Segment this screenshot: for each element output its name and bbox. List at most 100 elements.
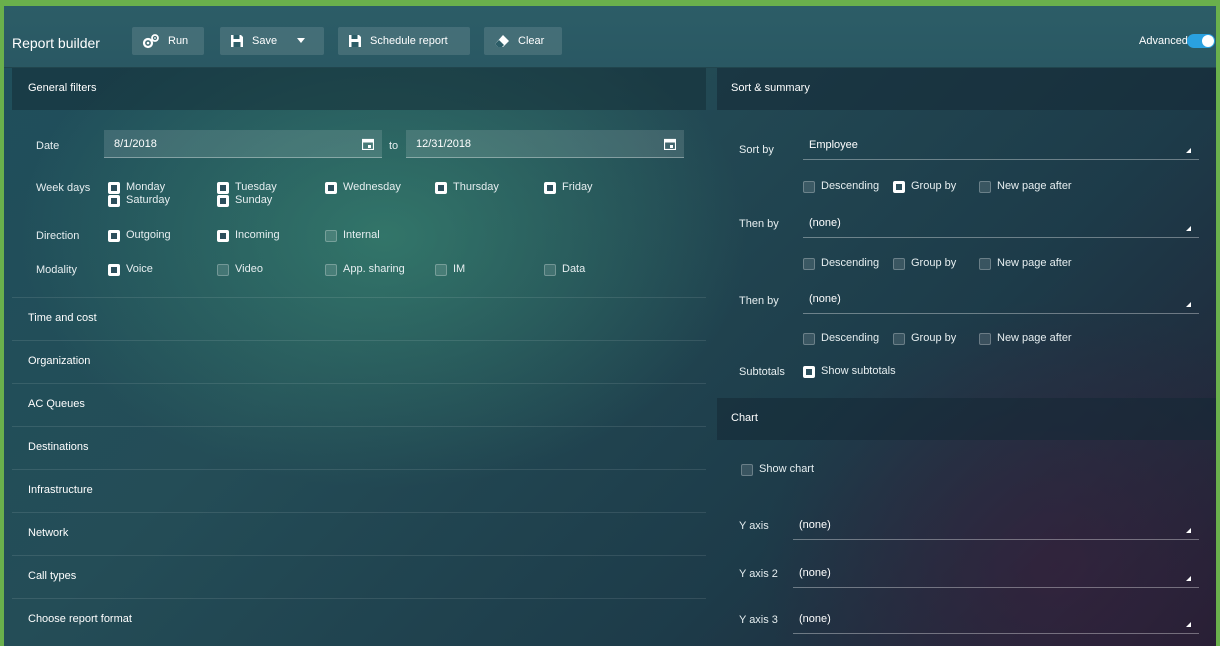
weekday-label: Thursday (453, 181, 499, 193)
checkbox-box (325, 182, 337, 194)
sort3-descending-checkbox[interactable]: Descending (803, 332, 879, 345)
clear-button[interactable]: Clear (484, 27, 562, 55)
weekday-friday-checkbox[interactable]: Friday (544, 181, 593, 194)
save-label: Save (252, 35, 278, 47)
sort-summary-header[interactable]: Sort & summary (717, 68, 1216, 110)
sort1-descending-checkbox[interactable]: Descending (803, 180, 879, 193)
subtotals-label: Subtotals (739, 366, 785, 378)
modality-data-checkbox[interactable]: Data (544, 263, 585, 276)
general-filters-header[interactable]: General filters (12, 68, 706, 110)
then-by-2-select[interactable]: (none) (803, 284, 1199, 314)
sort2-new-page-checkbox[interactable]: New page after (979, 257, 1072, 270)
run-label: Run (168, 35, 189, 47)
y-axis-2-label: Y axis 2 (739, 568, 778, 580)
new-page-label: New page after (997, 180, 1072, 192)
weekday-saturday-checkbox[interactable]: Saturday (108, 194, 170, 207)
sort-by-select[interactable]: Employee (803, 130, 1199, 160)
section-call-types[interactable]: Call types (12, 555, 706, 598)
section-time-and-cost[interactable]: Time and cost (12, 297, 706, 340)
checkbox-box (544, 182, 556, 194)
section-label: Choose report format (28, 613, 132, 625)
weekday-label: Monday (126, 181, 166, 193)
y-axis-value: (none) (799, 518, 831, 531)
direction-outgoing-checkbox[interactable]: Outgoing (108, 229, 171, 242)
weekday-wednesday-checkbox[interactable]: Wednesday (325, 181, 401, 194)
checkbox-box (979, 333, 991, 345)
section-label: Infrastructure (28, 484, 93, 496)
weekday-tuesday-checkbox[interactable]: Tuesday (217, 181, 277, 194)
calendar-icon[interactable] (663, 138, 677, 153)
checkbox-box (979, 181, 991, 193)
descending-label: Descending (821, 180, 880, 192)
modality-option-label: Data (562, 263, 586, 275)
section-network[interactable]: Network (12, 512, 706, 555)
sort-by-label: Sort by (739, 144, 774, 156)
weekday-monday-checkbox[interactable]: Monday (108, 181, 165, 194)
advanced-toggle[interactable] (1187, 34, 1215, 48)
section-label: Organization (28, 355, 91, 367)
sort1-new-page-checkbox[interactable]: New page after (979, 180, 1072, 193)
group-by-label: Group by (911, 332, 957, 344)
show-subtotals-checkbox[interactable]: Show subtotals (803, 365, 896, 378)
direction-option-label: Outgoing (126, 229, 171, 241)
direction-incoming-checkbox[interactable]: Incoming (217, 229, 280, 242)
section-choose-report-format[interactable]: Choose report format (12, 598, 706, 641)
direction-option-label: Incoming (235, 229, 280, 241)
modality-option-label: App. sharing (343, 263, 405, 275)
then-by-1-value: (none) (809, 216, 841, 229)
schedule-label: Schedule report (370, 35, 448, 47)
schedule-report-button[interactable]: Schedule report (338, 27, 470, 55)
y-axis-select[interactable]: (none) (793, 510, 1199, 540)
checkbox-box (893, 333, 905, 345)
section-label: Network (28, 527, 69, 539)
date-from-input[interactable]: 8/1/2018 (104, 130, 382, 158)
then-by-2-value: (none) (809, 292, 841, 305)
save-icon (348, 34, 362, 48)
then-by-1-select[interactable]: (none) (803, 208, 1199, 238)
sort3-new-page-checkbox[interactable]: New page after (979, 332, 1072, 345)
checkbox-box (803, 333, 815, 345)
section-destinations[interactable]: Destinations (12, 426, 706, 469)
weekday-thursday-checkbox[interactable]: Thursday (435, 181, 499, 194)
y-axis-2-select[interactable]: (none) (793, 558, 1199, 588)
chart-header[interactable]: Chart (717, 398, 1216, 440)
sort2-descending-checkbox[interactable]: Descending (803, 257, 879, 270)
section-ac-queues[interactable]: AC Queues (12, 383, 706, 426)
then-by-label: Then by (739, 218, 779, 230)
modality-app-sharing-checkbox[interactable]: App. sharing (325, 263, 405, 276)
run-button[interactable]: Run (132, 27, 204, 55)
dropdown-caret-icon (1186, 622, 1191, 627)
modality-im-checkbox[interactable]: IM (435, 263, 465, 276)
section-organization[interactable]: Organization (12, 340, 706, 383)
checkbox-box (893, 181, 905, 193)
checkbox-box (108, 264, 120, 276)
show-chart-checkbox[interactable]: Show chart (741, 463, 814, 476)
section-infrastructure[interactable]: Infrastructure (12, 469, 706, 512)
checkbox-box (435, 264, 447, 276)
chevron-down-icon[interactable] (297, 38, 306, 44)
show-subtotals-label: Show subtotals (821, 365, 896, 377)
sort-summary-title: Sort & summary (731, 82, 810, 94)
save-button[interactable]: Save (220, 27, 324, 55)
y-axis-3-select[interactable]: (none) (793, 604, 1199, 634)
checkbox-box (803, 181, 815, 193)
sort1-group-by-checkbox[interactable]: Group by (893, 180, 956, 193)
then-by-label: Then by (739, 295, 779, 307)
weekday-sunday-checkbox[interactable]: Sunday (217, 194, 272, 207)
sort3-group-by-checkbox[interactable]: Group by (893, 332, 956, 345)
calendar-icon[interactable] (361, 138, 375, 153)
date-to-label: to (389, 140, 399, 152)
clear-label: Clear (518, 35, 545, 47)
direction-internal-checkbox[interactable]: Internal (325, 229, 380, 242)
sort2-group-by-checkbox[interactable]: Group by (893, 257, 956, 270)
new-page-label: New page after (997, 332, 1072, 344)
date-to-input[interactable]: 12/31/2018 (406, 130, 684, 158)
section-label: Destinations (28, 441, 89, 453)
modality-video-checkbox[interactable]: Video (217, 263, 263, 276)
y-axis-3-label: Y axis 3 (739, 614, 778, 626)
date-label: Date (36, 140, 60, 152)
general-filters-title: General filters (28, 82, 97, 94)
modality-voice-checkbox[interactable]: Voice (108, 263, 153, 276)
modality-option-label: IM (453, 263, 466, 275)
app-title: Report builder (12, 35, 100, 51)
